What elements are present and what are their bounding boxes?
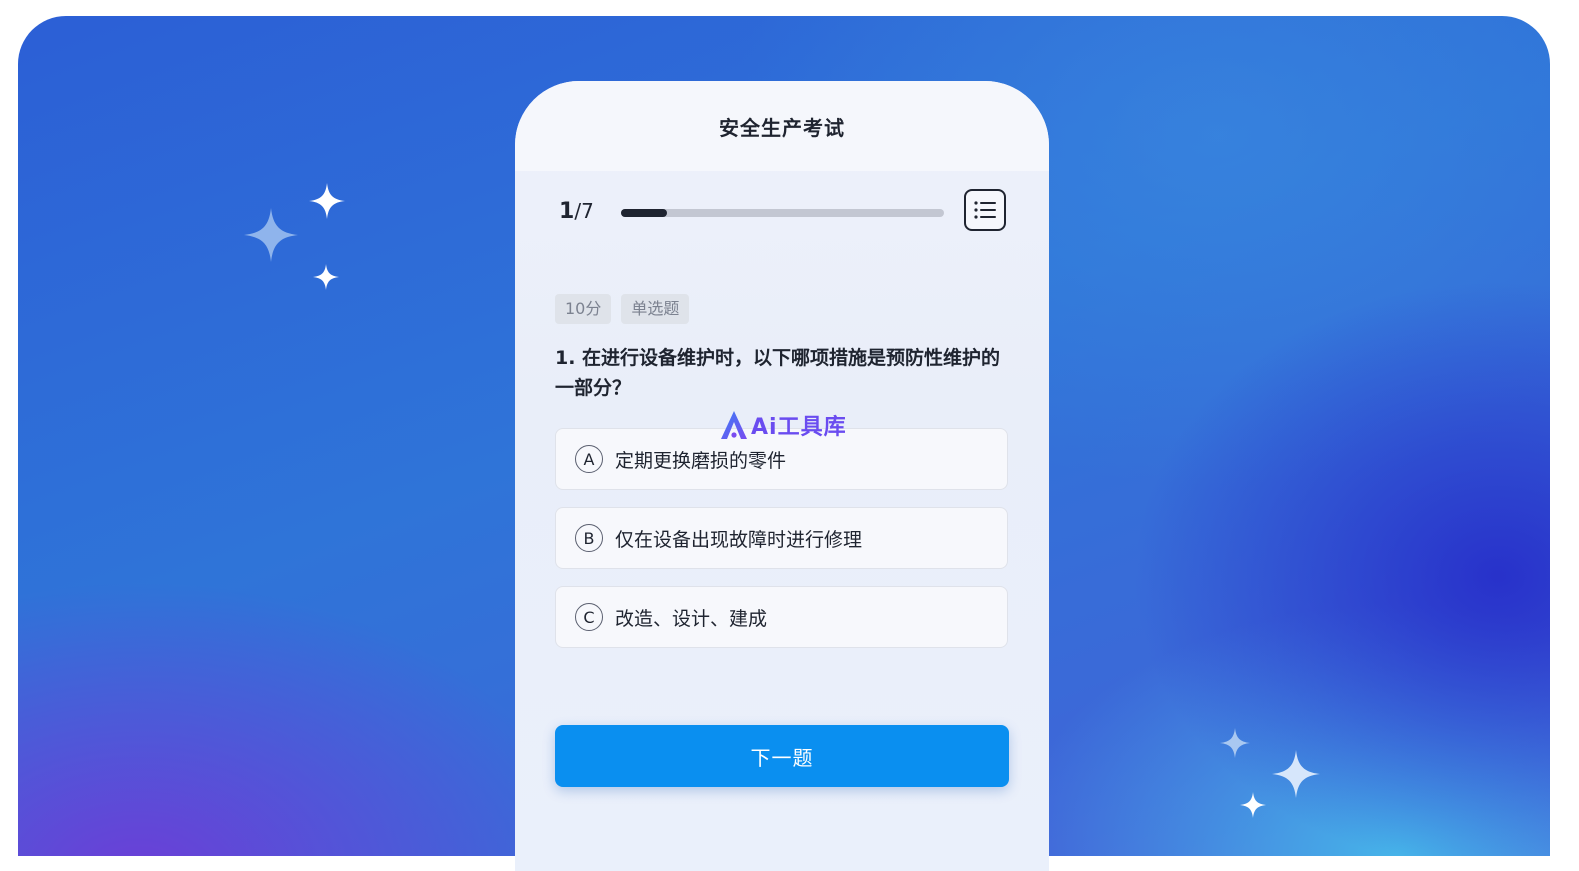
question-type-tag: 单选题 [621, 294, 690, 324]
question-counter: 1/7 [559, 199, 594, 224]
sparkle-icon-small-right-top [1220, 728, 1250, 758]
option-text-a: 定期更换磨损的零件 [615, 449, 787, 472]
watermark: Ai工具库 [719, 409, 847, 441]
watermark-logo-icon [721, 411, 747, 439]
sparkle-icon-top-left [309, 183, 345, 219]
question-tags: 10分 单选题 [555, 294, 690, 324]
option-b[interactable]: B 仅在设备出现故障时进行修理 [555, 507, 1008, 569]
option-letter-c: C [575, 603, 603, 631]
option-text-c: 改造、设计、建成 [615, 607, 768, 630]
sparkle-icon-small-right-bottom [1240, 792, 1266, 818]
sparkle-icon-large-left [244, 208, 298, 262]
sparkle-icon-large-right [1272, 750, 1320, 798]
progress-row: 1/7 [559, 189, 1009, 235]
sparkle-icon-small-left [313, 264, 339, 290]
exam-title: 安全生产考试 [719, 115, 845, 140]
question-text: 1. 在进行设备维护时，以下哪项措施是预防性维护的一部分？ [555, 347, 1001, 399]
next-question-button[interactable]: 下一题 [555, 725, 1009, 787]
question-list-button[interactable] [964, 189, 1006, 231]
progress-bar [621, 209, 944, 217]
options-list: A 定期更换磨损的零件 B 仅在设备出现故障时进行修理 C 改造、设计、建成 [555, 428, 1008, 665]
exam-header: 安全生产考试 [515, 81, 1049, 171]
option-text-b: 仅在设备出现故障时进行修理 [615, 528, 863, 551]
phone-mockup: 安全生产考试 1/7 10分 单选题 1. 在进行设备维护时，以下哪项措施是预防… [515, 81, 1049, 871]
total-questions: 7 [581, 199, 594, 223]
option-letter-b: B [575, 524, 603, 552]
score-tag: 10分 [555, 294, 612, 324]
option-letter-a: A [575, 445, 603, 473]
option-c[interactable]: C 改造、设计、建成 [555, 586, 1008, 648]
progress-bar-fill [621, 209, 668, 217]
watermark-text: Ai工具库 [751, 415, 847, 440]
current-question-number: 1 [559, 199, 575, 224]
question-list-icon [974, 201, 996, 219]
